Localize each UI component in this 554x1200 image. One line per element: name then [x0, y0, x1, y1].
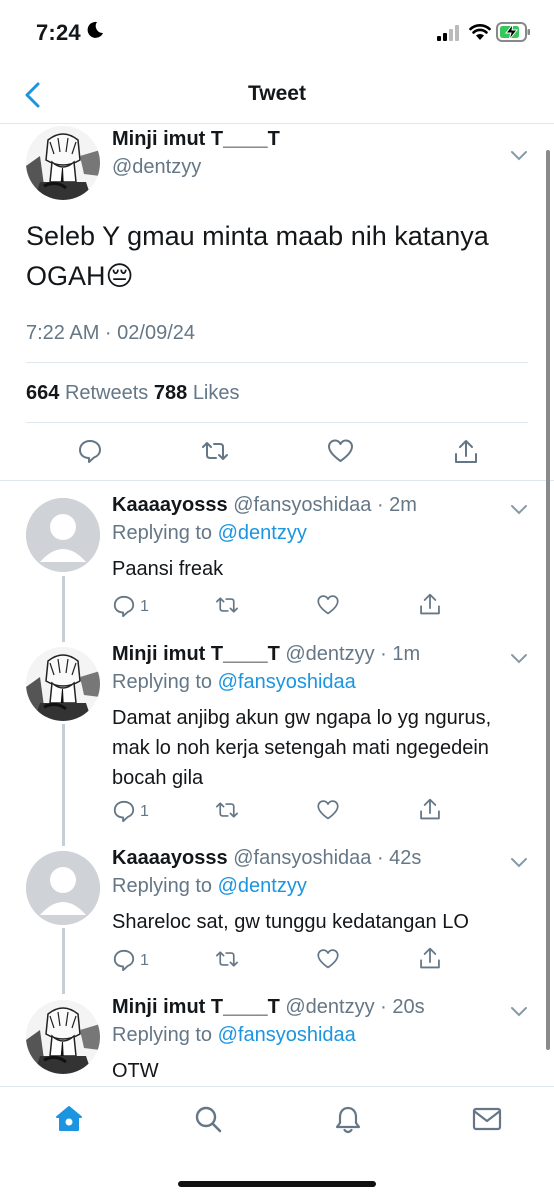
replying-to-handle[interactable]: @fansyoshidaa [218, 671, 356, 693]
comment-icon[interactable] [112, 594, 136, 618]
reply-count: 1 [140, 598, 149, 615]
retweet-icon[interactable] [214, 799, 240, 821]
manga-avatar-illustration [26, 1000, 100, 1074]
bell-icon[interactable] [334, 1105, 362, 1135]
reply-author-name[interactable]: Minji imut T____T [112, 643, 280, 665]
heart-icon[interactable] [316, 594, 340, 616]
scrollbar[interactable] [546, 150, 550, 1050]
chevron-down-icon[interactable] [510, 150, 528, 162]
like-count[interactable]: 788 [154, 382, 187, 404]
comment-icon[interactable] [77, 438, 103, 464]
replying-to-handle[interactable]: @dentzyy [218, 522, 307, 544]
reply-text: Shareloc sat, gw tunggu kedatangan LO [112, 911, 469, 933]
replying-label: Replying to [112, 1024, 213, 1046]
retweet-icon[interactable] [200, 438, 230, 464]
chevron-down-icon[interactable] [510, 653, 528, 665]
manga-avatar[interactable] [26, 1000, 100, 1074]
replying-label: Replying to [112, 522, 213, 544]
manga-avatar-illustration [26, 647, 100, 721]
divider [26, 422, 528, 423]
default-avatar-silhouette [26, 498, 100, 572]
replying-to-handle[interactable]: @fansyoshidaa [218, 1024, 356, 1046]
reply-header: Kaaaayosss @fansyoshidaa · 42s [112, 847, 421, 870]
battery-charging-icon [496, 22, 530, 42]
heart-icon[interactable] [327, 438, 354, 464]
retweet-count[interactable]: 664 [26, 382, 59, 404]
reply-author-name[interactable]: Kaaaayosss [112, 847, 228, 869]
reply-text: Damat anjibg akun gw ngapa lo yg ngurus,… [112, 707, 492, 789]
reply-header: Minji imut T____T @dentzyy · 20s [112, 996, 425, 1019]
comment-icon[interactable] [112, 799, 136, 823]
replying-to: Replying to @dentzyy [112, 875, 307, 898]
replying-to: Replying to @dentzyy [112, 522, 307, 545]
reply-count: 1 [140, 952, 149, 969]
manga-avatar[interactable] [26, 126, 100, 200]
nav-bar: Tweet [0, 66, 554, 124]
replying-to: Replying to @fansyoshidaa [112, 671, 356, 694]
replying-to: Replying to @fansyoshidaa [112, 1024, 356, 1047]
author-handle[interactable]: @dentzyy [112, 156, 201, 179]
status-bar: 7:24 [0, 0, 554, 66]
chevron-down-icon[interactable] [510, 1006, 528, 1018]
share-icon[interactable] [453, 438, 479, 466]
heart-icon[interactable] [316, 948, 340, 970]
replying-label: Replying to [112, 875, 213, 897]
reply-header: Minji imut T____T @dentzyy · 1m [112, 643, 420, 666]
heart-icon[interactable] [316, 799, 340, 821]
mail-icon[interactable] [472, 1105, 502, 1133]
replying-to-handle[interactable]: @dentzyy [218, 875, 307, 897]
reply-author-name[interactable]: Kaaaayosss [112, 494, 228, 516]
share-icon[interactable] [418, 946, 442, 971]
status-time: 7:24 [36, 20, 81, 45]
likes-label[interactable]: Likes [193, 382, 240, 404]
default-avatar[interactable] [26, 498, 100, 572]
page-title: Tweet [248, 82, 306, 105]
thread-line [62, 576, 65, 642]
wifi-icon [469, 24, 491, 40]
divider [26, 362, 528, 363]
reply-meta: @dentzyy · 1m [285, 643, 421, 665]
share-icon[interactable] [418, 592, 442, 617]
default-avatar[interactable] [26, 851, 100, 925]
author-name[interactable]: Minji imut T____T [112, 128, 280, 151]
default-avatar-silhouette [26, 851, 100, 925]
tweet-timestamp: 7:22 AM · 02/09/24 [26, 322, 196, 344]
home-icon[interactable] [55, 1105, 83, 1133]
reply-meta: @fansyoshidaa · 42s [233, 847, 422, 869]
home-indicator[interactable] [178, 1181, 376, 1187]
tweet-stats: 664 Retweets 788 Likes [26, 382, 240, 405]
retweet-icon[interactable] [214, 594, 240, 616]
reply-author-name[interactable]: Minji imut T____T [112, 996, 280, 1018]
comment-icon[interactable] [112, 948, 136, 972]
tweet-text: Seleb Y gmau minta maab nih katanya OGAH… [26, 221, 489, 291]
replying-label: Replying to [112, 671, 213, 693]
divider [0, 480, 554, 481]
manga-avatar-illustration [26, 126, 100, 200]
thread-line [62, 928, 65, 994]
manga-avatar[interactable] [26, 647, 100, 721]
share-icon[interactable] [418, 797, 442, 822]
search-icon[interactable] [194, 1105, 222, 1133]
chevron-down-icon[interactable] [510, 857, 528, 869]
reply-meta: @dentzyy · 20s [285, 996, 425, 1018]
thread-line [62, 724, 65, 846]
retweet-icon[interactable] [214, 948, 240, 970]
reply-count: 1 [140, 803, 149, 820]
tweet-actions [0, 438, 554, 468]
cellular-signal-icon [437, 25, 459, 41]
moon-icon [87, 21, 103, 38]
reply-meta: @fansyoshidaa · 2m [233, 494, 417, 516]
reply-text: OTW [112, 1060, 159, 1082]
reply-text: Paansi freak [112, 558, 224, 580]
chevron-down-icon[interactable] [510, 504, 528, 516]
retweets-label[interactable]: Retweets [65, 382, 148, 404]
reply-header: Kaaaayosss @fansyoshidaa · 2m [112, 494, 417, 517]
